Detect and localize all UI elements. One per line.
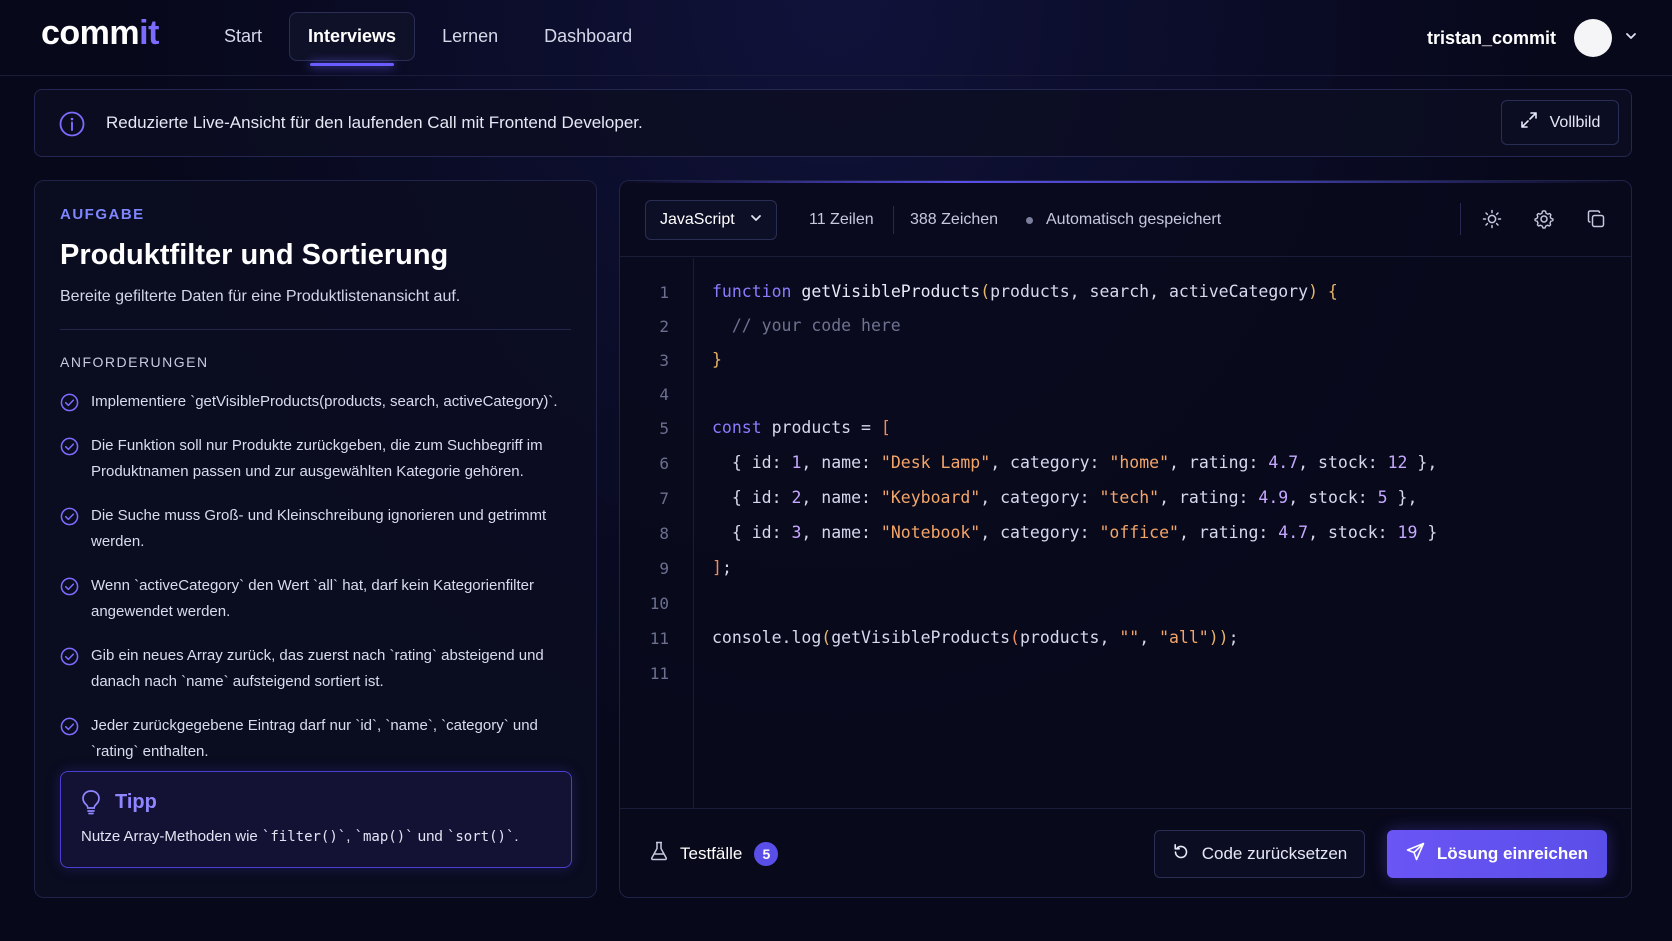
sun-icon[interactable]: [1482, 209, 1502, 229]
check-circle-icon: [60, 717, 79, 736]
code-line: }: [712, 350, 722, 369]
code-line: { id: 2, name: "Keyboard", category: "te…: [712, 488, 1418, 507]
chevron-down-icon[interactable]: [1624, 29, 1638, 48]
divider: [1460, 203, 1461, 235]
requirement-item: Die Funktion soll nur Produkte zurückgeb…: [60, 433, 575, 485]
requirement-text: Implementiere `getVisibleProducts(produc…: [91, 393, 558, 410]
requirement-text: Die Funktion soll nur Produkte zurückgeb…: [91, 437, 543, 480]
requirement-text: Die Suche muss Groß- und Kleinschreibung…: [91, 507, 547, 550]
task-panel: AUFGABE Produktfilter und Sortierung Ber…: [34, 180, 597, 898]
code-line: { id: 1, name: "Desk Lamp", category: "h…: [712, 453, 1438, 472]
code-area[interactable]: 1 2 3 4 5 6 7 8 9 10 11 11 function getV…: [620, 258, 1631, 808]
code-line: // your code here: [712, 316, 901, 335]
code-line: { id: 3, name: "Notebook", category: "of…: [712, 523, 1438, 542]
line-number: 3: [659, 351, 669, 370]
reset-label: Code zurücksetzen: [1201, 844, 1348, 863]
requirement-item: Die Suche muss Groß- und Kleinschreibung…: [60, 503, 575, 555]
submit-solution-button[interactable]: Lösung einreichen: [1387, 830, 1607, 878]
requirement-text: Jeder zurückgegebene Eintrag darf nur `i…: [91, 717, 538, 760]
line-number: 5: [659, 419, 669, 438]
tests-label: Testfälle: [680, 843, 743, 863]
code-editor-panel: JavaScript 11 Zeilen 388 Zeichen Automat…: [619, 180, 1632, 898]
reset-code-button[interactable]: Code zurücksetzen: [1154, 830, 1365, 878]
code-line: function getVisibleProducts(products, se…: [712, 282, 1338, 301]
requirement-item: Implementiere `getVisibleProducts(produc…: [60, 389, 575, 415]
flask-icon: [650, 841, 668, 866]
check-circle-icon: [60, 647, 79, 666]
requirement-text: Gib ein neues Array zurück, das zuerst n…: [91, 647, 544, 690]
lightbulb-icon: [82, 790, 100, 815]
code-line: const products = [: [712, 418, 891, 437]
requirement-item: Gib ein neues Array zurück, das zuerst n…: [60, 643, 575, 695]
language-select[interactable]: JavaScript: [645, 200, 777, 240]
nav-item-lernen[interactable]: Lernen: [423, 12, 517, 61]
check-circle-icon: [60, 507, 79, 526]
code-line: console.log(getVisibleProducts(products,…: [712, 628, 1239, 647]
requirement-text: Wenn `activeCategory` den Wert `all` hat…: [91, 577, 534, 620]
editor-footer: Testfälle 5 Code zurücksetzen Lösung ein…: [620, 808, 1631, 897]
requirement-item: Wenn `activeCategory` den Wert `all` hat…: [60, 573, 575, 625]
undo-icon: [1172, 843, 1190, 866]
tests-count-badge: 5: [754, 841, 779, 866]
user-menu[interactable]: tristan_commit: [1427, 19, 1638, 57]
language-value: JavaScript: [660, 211, 735, 228]
line-number: 7: [659, 489, 669, 508]
fullscreen-button[interactable]: Vollbild: [1501, 100, 1619, 145]
line-number: 6: [659, 454, 669, 473]
test-cases[interactable]: Testfälle 5: [650, 841, 779, 866]
check-circle-icon: [60, 577, 79, 596]
username: tristan_commit: [1426, 27, 1556, 48]
task-title: Produktfilter und Sortierung: [60, 239, 449, 271]
task-subtitle: Bereite gefilterte Daten für eine Produk…: [60, 288, 461, 305]
nav-item-dashboard[interactable]: Dashboard: [525, 12, 651, 61]
line-number: 10: [649, 594, 669, 613]
requirements-heading: ANFORDERUNGEN: [60, 354, 209, 370]
requirement-item: Jeder zurückgegebene Eintrag darf nur `i…: [60, 713, 575, 765]
nav-item-start[interactable]: Start: [205, 12, 281, 61]
commit-logo[interactable]: commit: [41, 14, 159, 53]
requirements-list: Implementiere `getVisibleProducts(produc…: [60, 389, 575, 783]
line-number: 8: [659, 524, 669, 543]
copy-icon[interactable]: [1586, 209, 1606, 229]
check-circle-icon: [60, 393, 79, 412]
line-number: 11: [649, 629, 669, 648]
banner-text: Reduzierte Live-Ansicht für den laufende…: [106, 113, 643, 132]
task-kicker: AUFGABE: [60, 206, 145, 223]
line-number: 1: [659, 283, 669, 302]
gear-icon[interactable]: [1534, 209, 1554, 229]
line-number: 4: [659, 385, 669, 404]
line-number: 11: [649, 664, 669, 683]
line-count: 11 Zeilen: [809, 211, 874, 228]
fullscreen-label: Vollbild: [1549, 113, 1601, 131]
chevron-down-icon: [749, 211, 763, 230]
line-number: 2: [659, 317, 669, 336]
save-status-dot: [1026, 217, 1033, 224]
code-line: ];: [712, 558, 732, 577]
tip-text: Nutze Array-Methoden wie `filter()`, `ma…: [81, 828, 519, 845]
line-number-gutter: 1 2 3 4 5 6 7 8 9 10 11 11: [620, 258, 694, 808]
divider: [60, 329, 571, 330]
expand-icon: [1520, 111, 1538, 134]
tip-title: Tipp: [115, 791, 157, 813]
save-status: Automatisch gespeichert: [1046, 211, 1222, 228]
check-circle-icon: [60, 437, 79, 456]
live-view-banner: Reduzierte Live-Ansicht für den laufende…: [34, 89, 1632, 157]
submit-label: Lösung einreichen: [1436, 844, 1589, 863]
line-number: 9: [659, 559, 669, 578]
editor-toolbar: JavaScript 11 Zeilen 388 Zeichen Automat…: [620, 181, 1631, 257]
main-nav: Start Interviews Lernen Dashboard: [205, 12, 651, 66]
avatar[interactable]: [1574, 19, 1612, 57]
send-icon: [1406, 842, 1425, 866]
top-navigation: commit Start Interviews Lernen Dashboard…: [0, 0, 1672, 76]
tip-box: Tipp Nutze Array-Methoden wie `filter()`…: [60, 771, 572, 868]
char-count: 388 Zeichen: [910, 211, 999, 228]
info-icon: [59, 111, 85, 137]
nav-item-interviews[interactable]: Interviews: [289, 12, 416, 66]
divider: [893, 206, 894, 234]
